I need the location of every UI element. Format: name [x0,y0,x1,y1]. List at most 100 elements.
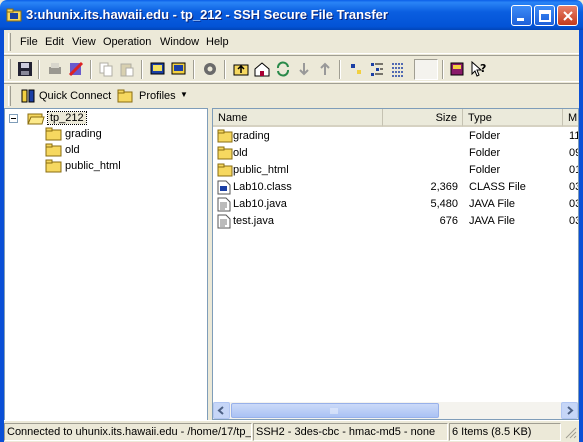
file-list[interactable]: Name Size Type M grading Folder 11 old Folde… [212,108,579,420]
status-item-count: 6 Items (8.5 KB) [449,423,561,441]
scroll-left-button[interactable] [213,402,230,419]
file-name: old [233,147,248,159]
folder-icon [217,163,233,180]
quick-connect-button[interactable]: Quick Connect [39,90,111,102]
up-folder-icon[interactable] [232,60,250,78]
column-header-name[interactable]: Name [213,109,383,127]
new-file-transfer-icon[interactable] [170,60,188,78]
tree-item-grading[interactable]: grading [45,127,195,143]
tree-item-public-html[interactable]: public_html [45,159,195,175]
file-name: Lab10.class [233,181,292,193]
file-type: Folder [469,147,501,159]
profiles-button[interactable]: Profiles [139,90,176,102]
table-row[interactable]: old Folder 09 [213,145,578,163]
tree-item-label: old [65,144,80,156]
toolbar-separator [193,60,195,79]
file-modified: 03 [569,181,578,193]
window-frame-right [579,30,583,442]
tree-item-label: grading [65,128,102,140]
home-folder-icon[interactable] [253,60,271,78]
toolbar-separator [90,60,92,79]
quick-connect-toolbar: Quick Connect Profiles ▼ [4,83,579,108]
menu-view[interactable]: View [72,36,96,48]
status-bar: Connected to uhunix.its.hawaii.edu - /ho… [4,420,579,442]
refresh-icon[interactable] [274,60,292,78]
upload-icon[interactable] [316,60,334,78]
folder-icon [217,146,233,163]
save-icon[interactable] [16,60,34,78]
folder-icon [217,129,233,146]
maximize-icon [539,10,551,22]
column-header-type[interactable]: Type [463,109,563,127]
tree-item-root-label: tp_212 [47,111,87,125]
help-book-icon[interactable] [448,60,466,78]
tree-item-root[interactable]: tp_212 [9,111,199,127]
download-icon[interactable] [295,60,313,78]
print-icon[interactable] [46,60,64,78]
profiles-folder-icon [117,89,133,103]
file-size: 5,480 [430,198,458,210]
scroll-right-button[interactable] [561,402,578,419]
open-folder-icon [27,113,45,125]
menu-edit[interactable]: Edit [45,36,64,48]
folder-icon [45,143,62,157]
new-terminal-icon[interactable] [149,60,167,78]
menu-help[interactable]: Help [206,36,229,48]
list-view-icon[interactable] [368,60,386,78]
file-name: grading [233,130,270,142]
toolbar-grip[interactable] [8,86,11,106]
folder-tree[interactable]: tp_212 grading old public_html [4,108,208,420]
details-view-icon[interactable] [389,60,407,78]
table-row[interactable]: public_html Folder 01 [213,162,578,180]
horizontal-scrollbar[interactable] [213,402,578,419]
file-type: Folder [469,130,501,142]
close-button[interactable] [557,5,578,26]
status-cipher: SSH2 - 3des-cbc - hmac-md5 - none [253,423,448,441]
file-modified: 03 [569,215,578,227]
tree-item-old[interactable]: old [45,143,195,159]
whats-this-help-icon[interactable]: ? [469,60,487,78]
toolbar-separator [38,60,40,79]
menu-file[interactable]: File [20,36,38,48]
column-header-size[interactable]: Size [383,109,463,127]
title-bar[interactable]: 3:uhunix.its.hawaii.edu - tp_212 - SSH S… [0,0,583,30]
file-type: JAVA File [469,215,516,227]
maximize-button[interactable] [534,5,555,26]
main-toolbar: ? [4,55,579,82]
file-type: CLASS File [469,181,526,193]
file-size: 2,369 [430,181,458,193]
collapse-icon[interactable] [9,114,18,123]
stop-transfer-icon[interactable] [67,60,85,78]
table-row[interactable]: Lab10.java 5,480 JAVA File 03 [213,196,578,213]
chevron-down-icon[interactable]: ▼ [180,90,188,99]
scroll-thumb[interactable] [231,403,439,418]
table-row[interactable]: grading Folder 11 [213,128,578,146]
toolbar-separator [442,60,444,79]
resize-grip-icon[interactable] [565,427,577,439]
file-modified: 01 [569,164,578,176]
file-modified: 03 [569,198,578,210]
menu-grip[interactable] [8,33,11,51]
view-toggle-button[interactable] [414,59,438,80]
paste-icon[interactable] [118,60,136,78]
tree-item-label: public_html [65,160,121,172]
table-row[interactable]: Lab10.class 2,369 CLASS File 03 [213,179,578,196]
small-icons-view-icon[interactable] [347,60,365,78]
file-type: JAVA File [469,198,516,210]
java-file-icon [217,214,231,232]
chevron-left-icon [217,406,224,415]
folder-icon [45,127,62,141]
folder-icon [45,159,62,173]
column-header-modified[interactable]: M [563,109,578,127]
copy-icon[interactable] [97,60,115,78]
settings-icon[interactable] [201,60,219,78]
menu-operation[interactable]: Operation [103,36,151,48]
chevron-right-icon [567,406,574,415]
minimize-button[interactable] [511,5,532,26]
folder-app-icon [6,8,22,22]
svg-text:?: ? [480,62,486,75]
menu-window[interactable]: Window [160,36,199,48]
table-row[interactable]: test.java 676 JAVA File 03 [213,213,578,232]
quick-connect-icon [21,89,35,103]
toolbar-grip[interactable] [8,59,11,79]
